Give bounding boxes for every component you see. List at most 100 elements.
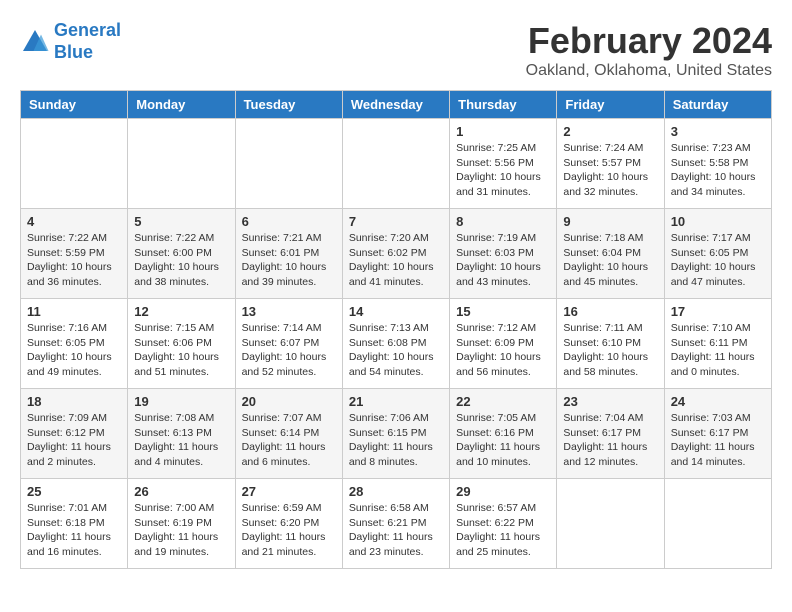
calendar-cell: 7Sunrise: 7:20 AM Sunset: 6:02 PM Daylig… [342,209,449,299]
calendar-header-row: SundayMondayTuesdayWednesdayThursdayFrid… [21,91,772,119]
calendar-cell: 3 Sunrise: 7:23 AM Sunset: 5:58 PM Daylig… [664,119,771,209]
day-number: 5 [134,214,228,229]
day-number: 2 [563,124,657,139]
day-info: Sunrise: 7:19 AM Sunset: 6:03 PM Dayligh… [456,231,550,290]
calendar-cell: 13 Sunrise: 7:14 AM Sunset: 6:07 PM Dayli… [235,299,342,389]
day-info: Sunrise: 7:22 AM Sunset: 6:00 PM Dayligh… [134,231,228,290]
day-info: Sunrise: 7:01 AM Sunset: 6:18 PM Dayligh… [27,501,121,560]
day-info: Sunrise: 6:58 AM Sunset: 6:21 PM Dayligh… [349,501,443,560]
day-header-monday: Monday [128,91,235,119]
calendar-cell [664,479,771,569]
calendar-week-row: 18 Sunrise: 7:09 AM Sunset: 6:12 PM Dayli… [21,389,772,479]
calendar-cell: 5 Sunrise: 7:22 AM Sunset: 6:00 PM Daylig… [128,209,235,299]
calendar-week-row: 1Sunrise: 7:25 AM Sunset: 5:56 PM Daylig… [21,119,772,209]
day-info: Sunrise: 7:03 AM Sunset: 6:17 PM Dayligh… [671,411,765,470]
day-info: Sunrise: 7:23 AM Sunset: 5:58 PM Dayligh… [671,141,765,200]
day-number: 8 [456,214,550,229]
calendar-cell: 17Sunrise: 7:10 AM Sunset: 6:11 PM Dayli… [664,299,771,389]
day-info: Sunrise: 7:09 AM Sunset: 6:12 PM Dayligh… [27,411,121,470]
calendar-cell: 15 Sunrise: 7:12 AM Sunset: 6:09 PM Dayli… [450,299,557,389]
logo-line1: General [54,20,121,40]
logo-icon [20,27,50,57]
day-number: 16 [563,304,657,319]
day-number: 7 [349,214,443,229]
day-info: Sunrise: 7:00 AM Sunset: 6:19 PM Dayligh… [134,501,228,560]
title-section: February 2024 Oakland, Oklahoma, United … [526,20,772,80]
calendar-cell: 21 Sunrise: 7:06 AM Sunset: 6:15 PM Dayli… [342,389,449,479]
day-info: Sunrise: 7:15 AM Sunset: 6:06 PM Dayligh… [134,321,228,380]
day-number: 6 [242,214,336,229]
day-number: 29 [456,484,550,499]
day-info: Sunrise: 7:13 AM Sunset: 6:08 PM Dayligh… [349,321,443,380]
day-number: 21 [349,394,443,409]
day-info: Sunrise: 7:17 AM Sunset: 6:05 PM Dayligh… [671,231,765,290]
day-info: Sunrise: 7:11 AM Sunset: 6:10 PM Dayligh… [563,321,657,380]
day-info: Sunrise: 7:18 AM Sunset: 6:04 PM Dayligh… [563,231,657,290]
calendar-cell: 10 Sunrise: 7:17 AM Sunset: 6:05 PM Dayli… [664,209,771,299]
day-header-friday: Friday [557,91,664,119]
calendar-cell: 27Sunrise: 6:59 AM Sunset: 6:20 PM Dayli… [235,479,342,569]
day-header-saturday: Saturday [664,91,771,119]
day-number: 11 [27,304,121,319]
day-number: 10 [671,214,765,229]
day-number: 25 [27,484,121,499]
day-info: Sunrise: 7:07 AM Sunset: 6:14 PM Dayligh… [242,411,336,470]
day-info: Sunrise: 7:14 AM Sunset: 6:07 PM Dayligh… [242,321,336,380]
day-info: Sunrise: 7:04 AM Sunset: 6:17 PM Dayligh… [563,411,657,470]
calendar-cell: 28Sunrise: 6:58 AM Sunset: 6:21 PM Dayli… [342,479,449,569]
day-number: 22 [456,394,550,409]
day-info: Sunrise: 6:59 AM Sunset: 6:20 PM Dayligh… [242,501,336,560]
calendar-week-row: 4 Sunrise: 7:22 AM Sunset: 5:59 PM Daylig… [21,209,772,299]
day-number: 12 [134,304,228,319]
day-number: 3 [671,124,765,139]
calendar-cell: 19 Sunrise: 7:08 AM Sunset: 6:13 PM Dayli… [128,389,235,479]
calendar-week-row: 11 Sunrise: 7:16 AM Sunset: 6:05 PM Dayli… [21,299,772,389]
calendar-cell: 16 Sunrise: 7:11 AM Sunset: 6:10 PM Dayli… [557,299,664,389]
day-info: Sunrise: 7:05 AM Sunset: 6:16 PM Dayligh… [456,411,550,470]
day-number: 9 [563,214,657,229]
calendar-cell [557,479,664,569]
day-number: 18 [27,394,121,409]
calendar-week-row: 25 Sunrise: 7:01 AM Sunset: 6:18 PM Dayli… [21,479,772,569]
calendar-table: SundayMondayTuesdayWednesdayThursdayFrid… [20,90,772,569]
calendar-cell: 4 Sunrise: 7:22 AM Sunset: 5:59 PM Daylig… [21,209,128,299]
day-info: Sunrise: 7:08 AM Sunset: 6:13 PM Dayligh… [134,411,228,470]
calendar-cell: 14 Sunrise: 7:13 AM Sunset: 6:08 PM Dayli… [342,299,449,389]
day-header-tuesday: Tuesday [235,91,342,119]
day-info: Sunrise: 7:22 AM Sunset: 5:59 PM Dayligh… [27,231,121,290]
calendar-cell: 12 Sunrise: 7:15 AM Sunset: 6:06 PM Dayli… [128,299,235,389]
calendar-cell: 6 Sunrise: 7:21 AM Sunset: 6:01 PM Daylig… [235,209,342,299]
day-info: Sunrise: 6:57 AM Sunset: 6:22 PM Dayligh… [456,501,550,560]
day-header-sunday: Sunday [21,91,128,119]
day-header-wednesday: Wednesday [342,91,449,119]
calendar-cell: 23 Sunrise: 7:04 AM Sunset: 6:17 PM Dayli… [557,389,664,479]
day-info: Sunrise: 7:12 AM Sunset: 6:09 PM Dayligh… [456,321,550,380]
day-number: 15 [456,304,550,319]
day-number: 19 [134,394,228,409]
day-number: 20 [242,394,336,409]
logo: General Blue [20,20,121,63]
calendar-cell: 8 Sunrise: 7:19 AM Sunset: 6:03 PM Daylig… [450,209,557,299]
calendar-cell: 2Sunrise: 7:24 AM Sunset: 5:57 PM Daylig… [557,119,664,209]
day-number: 26 [134,484,228,499]
main-title: February 2024 [526,20,772,62]
day-number: 13 [242,304,336,319]
calendar-cell [21,119,128,209]
logo-line2: Blue [54,42,93,62]
day-info: Sunrise: 7:06 AM Sunset: 6:15 PM Dayligh… [349,411,443,470]
day-number: 1 [456,124,550,139]
day-number: 4 [27,214,121,229]
calendar-cell: 29 Sunrise: 6:57 AM Sunset: 6:22 PM Dayli… [450,479,557,569]
day-number: 24 [671,394,765,409]
day-info: Sunrise: 7:21 AM Sunset: 6:01 PM Dayligh… [242,231,336,290]
calendar-cell: 11 Sunrise: 7:16 AM Sunset: 6:05 PM Dayli… [21,299,128,389]
day-header-thursday: Thursday [450,91,557,119]
day-info: Sunrise: 7:10 AM Sunset: 6:11 PM Dayligh… [671,321,765,380]
calendar-cell: 22 Sunrise: 7:05 AM Sunset: 6:16 PM Dayli… [450,389,557,479]
day-number: 23 [563,394,657,409]
calendar-cell: 24 Sunrise: 7:03 AM Sunset: 6:17 PM Dayli… [664,389,771,479]
calendar-cell: 1Sunrise: 7:25 AM Sunset: 5:56 PM Daylig… [450,119,557,209]
calendar-cell [128,119,235,209]
day-number: 14 [349,304,443,319]
day-info: Sunrise: 7:16 AM Sunset: 6:05 PM Dayligh… [27,321,121,380]
